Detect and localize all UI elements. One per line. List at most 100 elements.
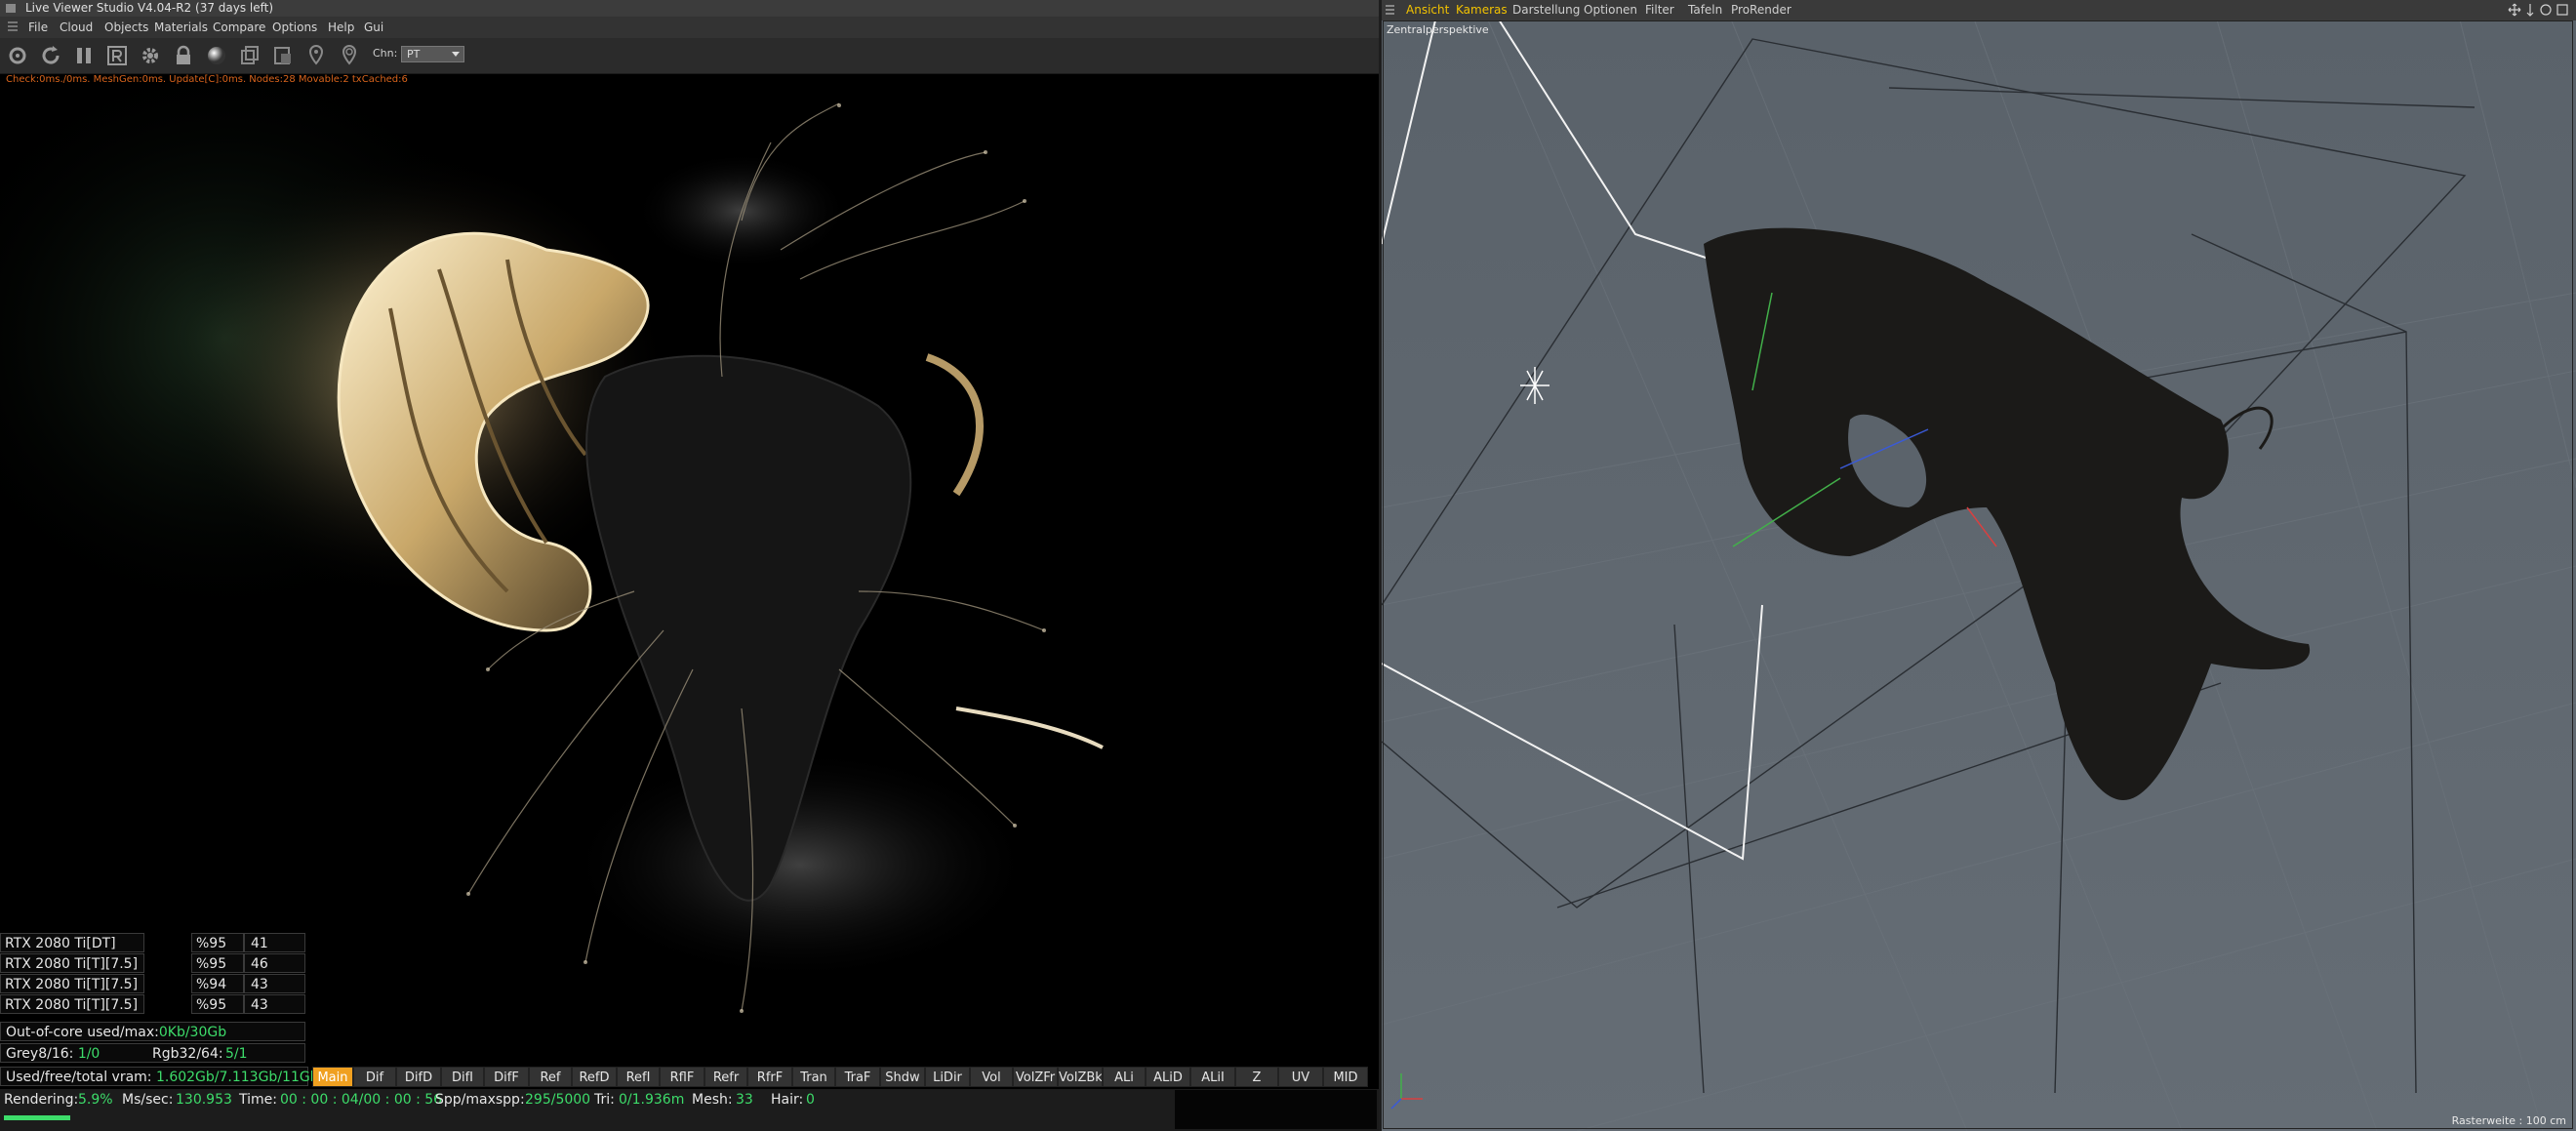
vram-info: Used/free/total vram: 1.602Gb/7.113Gb/11… [0,1067,319,1086]
vram-value: 1.602Gb/7.113Gb/11Gb [155,1070,319,1085]
live-viewer-toolbar [0,38,1379,74]
channel-label: Chn: [373,47,398,60]
channel-select[interactable]: PT [401,46,464,62]
render-canvas[interactable] [0,45,1379,1062]
gpu-load: %95 [191,994,244,1014]
move-icon[interactable] [2508,3,2521,17]
grip-icon [1386,5,1394,15]
render-statusbar: Rendering: 5.9% Ms/sec: 130.953 Time: 00… [0,1089,1379,1131]
material-ball-icon[interactable] [204,43,229,68]
pass-button-traf[interactable]: TraF [835,1067,880,1087]
pass-button-lidir[interactable]: LiDir [925,1067,970,1087]
render-image [0,45,1379,1062]
hair-value: 0 [806,1092,815,1108]
spp-label: Spp/maxspp: [435,1092,525,1108]
pass-button-dif[interactable]: Dif [353,1067,396,1087]
live-viewer-menubar: File Cloud Objects Materials Compare Opt… [0,17,1379,38]
menu-objects[interactable]: Objects [104,17,148,38]
menu-cloud[interactable]: Cloud [60,17,93,38]
gpu-temp: 46 [244,953,305,973]
pass-button-main[interactable]: Main [312,1067,353,1087]
pass-button-refi[interactable]: RefI [617,1067,660,1087]
gpu-temp: 41 [244,933,305,952]
render-settings-icon[interactable] [5,43,30,68]
pause-icon[interactable] [71,43,97,68]
pass-button-vol[interactable]: Vol [970,1067,1013,1087]
editor-viewport[interactable]: Ansicht Kameras Darstellung Optionen Fil… [1382,0,2576,1131]
lock-icon[interactable] [171,43,196,68]
pass-button-z[interactable]: Z [1235,1067,1278,1087]
live-viewer-titlebar: Live Viewer Studio V4.04-R2 (37 days lef… [0,0,1379,17]
grey-label: Grey8/16: [6,1046,74,1062]
out-of-core-label: Out-of-core used/max: [6,1025,159,1040]
tri-value: 0/1.936m [619,1092,685,1108]
gpu-temp: 43 [244,994,305,1014]
gpu-name: RTX 2080 Ti[T][7.5] [0,974,144,993]
gpu-name: RTX 2080 Ti[DT][7.5] [0,933,144,971]
perspective-label: Zentralperspektive [1387,23,1489,36]
pass-button-difd[interactable]: DifD [396,1067,441,1087]
menu-ansicht[interactable]: Ansicht [1406,0,1449,20]
region-render-icon[interactable] [104,43,130,68]
menu-kameras[interactable]: Kameras [1456,0,1508,20]
spp-value: 295/5000 [525,1092,591,1108]
menu-darstellung[interactable]: Darstellung [1512,0,1580,20]
gear-icon[interactable] [138,43,163,68]
rgb-label: Rgb32/64: [152,1046,223,1062]
texture-count-info: Grey8/16: 1/0 Rgb32/64: 5/1 [0,1043,305,1063]
pass-button-tran[interactable]: Tran [792,1067,835,1087]
window-icon [6,4,16,13]
pass-button-refr[interactable]: Refr [704,1067,747,1087]
copy-icon[interactable] [237,43,262,68]
mesh-label: Mesh: [692,1092,733,1108]
out-of-core-info: Out-of-core used/max:0Kb/30Gb [0,1022,305,1041]
pass-button-volzfr[interactable]: VolZFr [1013,1067,1058,1087]
pass-button-diff[interactable]: DifF [484,1067,529,1087]
pass-button-volzbk[interactable]: VolZBk [1058,1067,1103,1087]
mesh-value: 33 [736,1092,753,1108]
menu-filter[interactable]: Filter [1645,0,1674,20]
menu-gui[interactable]: Gui [364,17,383,38]
paste-icon[interactable] [270,43,296,68]
pass-button-rflf[interactable]: RflF [660,1067,704,1087]
menu-tafeln[interactable]: Tafeln [1688,0,1722,20]
pass-button-refd[interactable]: RefD [572,1067,617,1087]
rotate-icon[interactable] [2540,4,2552,16]
zoom-icon[interactable] [2526,4,2534,17]
pass-button-mid[interactable]: MID [1323,1067,1368,1087]
pass-button-ref[interactable]: Ref [529,1067,572,1087]
menu-file[interactable]: File [28,17,48,38]
menu-materials[interactable]: Materials [154,17,208,38]
restart-icon[interactable] [38,43,63,68]
pass-button-ali[interactable]: ALi [1103,1067,1146,1087]
pick-material-icon[interactable] [337,43,362,68]
pass-button-alii[interactable]: ALiI [1190,1067,1235,1087]
pass-button-uv[interactable]: UV [1278,1067,1323,1087]
pass-button-shdw[interactable]: Shdw [880,1067,925,1087]
menu-optionen[interactable]: Optionen [1584,0,1637,20]
live-viewer-window: Live Viewer Studio V4.04-R2 (37 days lef… [0,0,1379,1131]
viewport-menubar: Ansicht Kameras Darstellung Optionen Fil… [1382,0,2576,20]
menu-compare[interactable]: Compare [213,17,265,38]
menu-prorender[interactable]: ProRender [1731,0,1791,20]
out-of-core-value: 0Kb/30Gb [158,1025,227,1040]
time-value: 00 : 00 : 04/00 : 00 : 56 [280,1092,443,1108]
pass-button-alid[interactable]: ALiD [1146,1067,1190,1087]
mssec-label: Ms/sec: [122,1092,174,1108]
gpu-name: RTX 2080 Ti[T][7.5] [0,994,144,1014]
rendering-value: 5.9% [78,1092,113,1108]
tri-label: Tri: [594,1092,615,1108]
grey-value: 1/0 [77,1046,101,1062]
menu-help[interactable]: Help [328,17,354,38]
maximize-icon[interactable] [2556,4,2568,16]
gpu-name: RTX 2080 Ti[T][7.5] [0,953,144,973]
menu-options[interactable]: Options [272,17,317,38]
pass-button-rfrf[interactable]: RfrF [747,1067,792,1087]
pick-focus-icon[interactable] [303,43,329,68]
hair-label: Hair: [771,1092,804,1108]
time-label: Time: [239,1092,277,1108]
grip-icon [8,21,18,33]
pass-button-difi[interactable]: DifI [441,1067,484,1087]
mssec-value: 130.953 [176,1092,232,1108]
chevron-down-icon [452,52,460,57]
